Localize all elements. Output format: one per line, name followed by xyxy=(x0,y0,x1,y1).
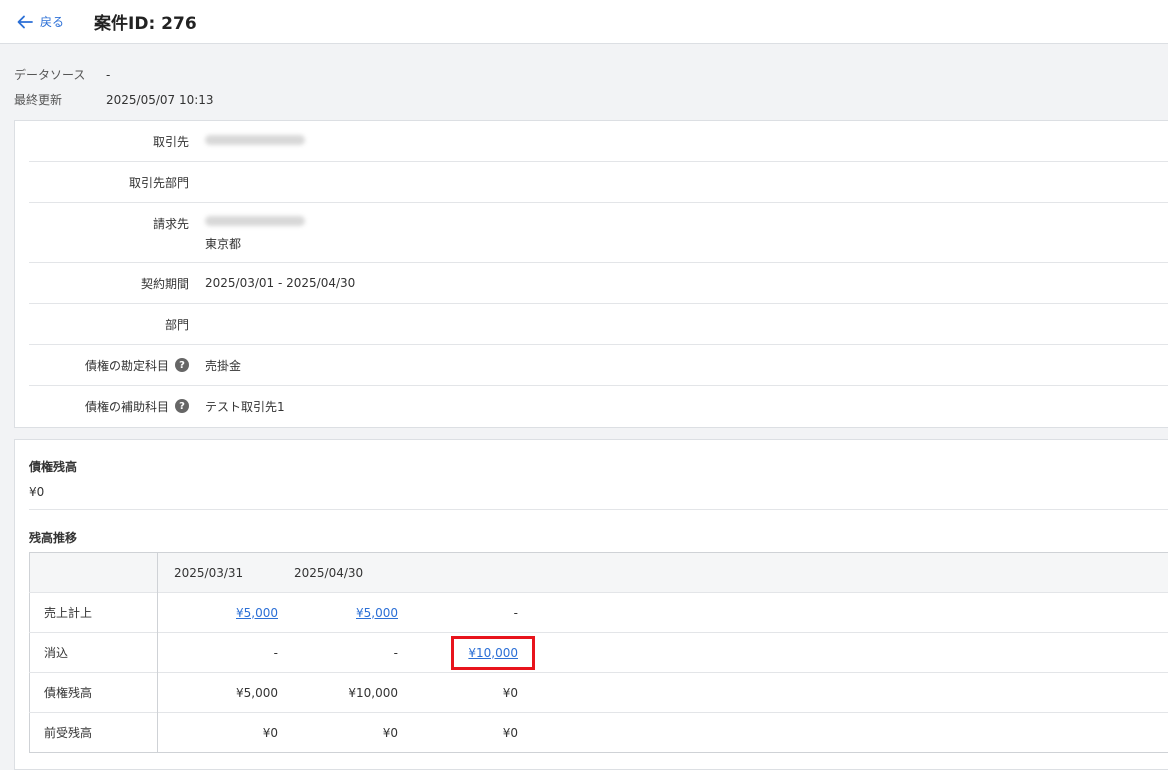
table-row: 消込 - - ¥10,000 xyxy=(30,633,1168,673)
billing-name-redacted xyxy=(205,216,305,226)
row-label: 債権残高 xyxy=(30,673,158,713)
period-row: 契約期間 2025/03/01 - 2025/04/30 xyxy=(29,263,1168,304)
back-button[interactable]: 戻る xyxy=(16,13,64,31)
source-value: - xyxy=(106,68,110,82)
balance-title: 債権残高 xyxy=(29,440,1168,475)
cell-value: - xyxy=(158,633,279,673)
account-value: 売掛金 xyxy=(205,357,241,374)
client-label: 取引先 xyxy=(29,133,189,150)
subaccount-label: 債権の補助科目 xyxy=(85,398,169,415)
billing-city: 東京都 xyxy=(205,235,305,252)
dept-row: 部門 xyxy=(29,304,1168,345)
period-label: 契約期間 xyxy=(29,275,189,292)
cell-value: ¥0 xyxy=(158,713,279,753)
top-bar: 戻る 案件ID: 276 xyxy=(0,0,1168,44)
balance-card: 債権残高 ¥0 残高推移 2025/03/31 2025/04/30 売上計上 … xyxy=(14,439,1168,770)
client-dept-row: 取引先部門 xyxy=(29,162,1168,203)
period-value: 2025/03/01 - 2025/04/30 xyxy=(205,276,355,290)
balance-trend-table: 2025/03/31 2025/04/30 売上計上 ¥5,000 ¥5,000… xyxy=(29,552,1168,753)
cell-value: - xyxy=(278,633,398,673)
cell-value: ¥0 xyxy=(398,713,518,753)
trend-title: 残高推移 xyxy=(29,529,1168,546)
updated-value: 2025/05/07 10:13 xyxy=(106,93,214,107)
client-dept-label: 取引先部門 xyxy=(29,174,189,191)
cell-value: ¥5,000 xyxy=(158,673,279,713)
table-row: 前受残高 ¥0 ¥0 ¥0 xyxy=(30,713,1168,753)
amount-link[interactable]: ¥5,000 xyxy=(236,606,278,620)
back-label: 戻る xyxy=(40,13,64,30)
account-label: 債権の勘定科目 xyxy=(85,357,169,374)
cell-value: ¥0 xyxy=(398,673,518,713)
info-card: 取引先 取引先部門 請求先 東京都 契約期間 2025/03/01 - 2025… xyxy=(14,120,1168,428)
cell-value: - xyxy=(398,593,518,633)
client-row: 取引先 xyxy=(29,121,1168,162)
billing-label: 請求先 xyxy=(29,215,189,232)
account-row: 債権の勘定科目? 売掛金 xyxy=(29,345,1168,386)
amount-link[interactable]: ¥10,000 xyxy=(468,646,518,660)
divider xyxy=(29,509,1168,510)
billing-row: 請求先 東京都 xyxy=(29,203,1168,263)
row-label: 売上計上 xyxy=(30,593,158,633)
table-row: 債権残高 ¥5,000 ¥10,000 ¥0 xyxy=(30,673,1168,713)
subaccount-row: 債権の補助科目? テスト取引先1 xyxy=(29,386,1168,426)
highlight-box: ¥10,000 xyxy=(451,636,535,670)
column-header xyxy=(398,553,518,593)
page-title: 案件ID: 276 xyxy=(94,9,197,34)
table-row: 売上計上 ¥5,000 ¥5,000 - xyxy=(30,593,1168,633)
help-icon[interactable]: ? xyxy=(175,399,189,413)
column-header: 2025/03/31 xyxy=(158,553,279,593)
balance-amount: ¥0 xyxy=(29,485,1168,499)
cell-value: ¥0 xyxy=(278,713,398,753)
amount-link[interactable]: ¥5,000 xyxy=(356,606,398,620)
help-icon[interactable]: ? xyxy=(175,358,189,372)
subaccount-value: テスト取引先1 xyxy=(205,398,285,415)
table-header-row: 2025/03/31 2025/04/30 xyxy=(30,553,1168,593)
updated-label: 最終更新 xyxy=(14,91,106,108)
arrow-left-icon xyxy=(16,13,34,31)
row-label: 消込 xyxy=(30,633,158,673)
cell-value: ¥10,000 xyxy=(278,673,398,713)
meta-section: データソース - 最終更新 2025/05/07 10:13 xyxy=(0,44,1168,112)
row-label: 前受残高 xyxy=(30,713,158,753)
client-name-redacted xyxy=(205,135,305,145)
column-header: 2025/04/30 xyxy=(278,553,398,593)
dept-label: 部門 xyxy=(29,316,189,333)
source-label: データソース xyxy=(14,66,106,83)
